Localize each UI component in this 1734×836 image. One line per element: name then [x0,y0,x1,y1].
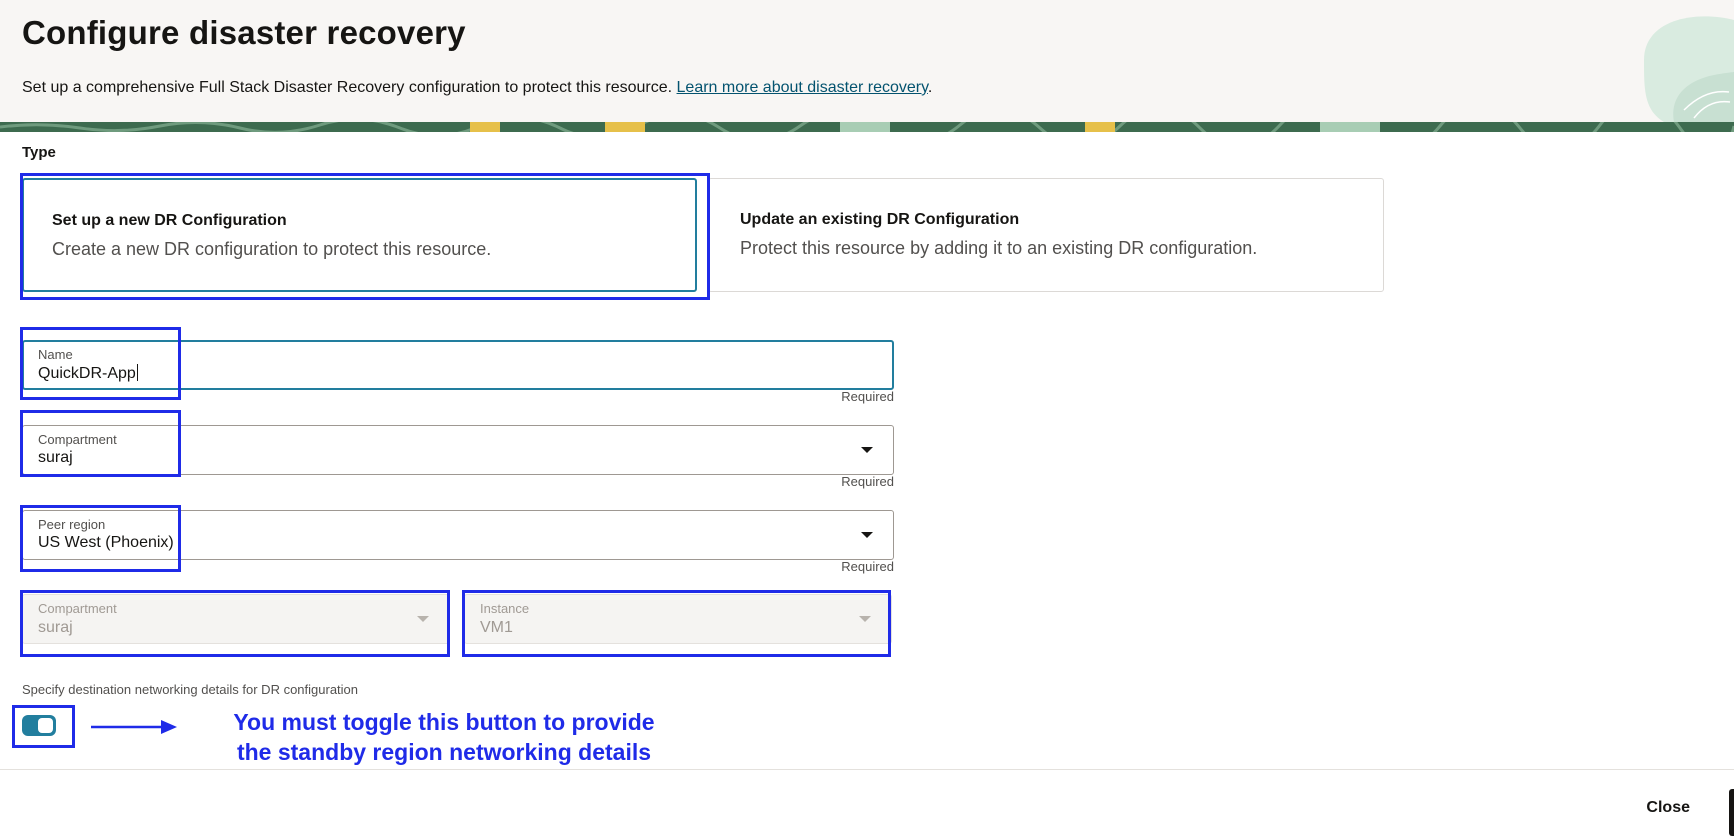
annotation-line-2: the standby region networking details [236,739,652,765]
decorative-leaf-illustration [1644,16,1734,122]
description-text: Set up a comprehensive Full Stack Disast… [22,79,673,96]
name-required-hint: Required [841,389,894,404]
annotation-box-disabled-compartment [20,590,450,657]
chevron-down-icon[interactable] [861,532,873,538]
annotation-box-name [20,327,181,400]
type-section-label: Type [22,144,56,161]
option-card-title: Update an existing DR Configuration [740,211,1020,228]
compartment-required-hint: Required [841,474,894,489]
footer-edge-button [1729,789,1734,836]
footer-divider [0,769,1734,770]
annotation-box-instance [462,590,891,657]
decorative-banner [0,122,1734,132]
annotation-line-1: You must toggle this button to provide [233,709,655,735]
page-description: Set up a comprehensive Full Stack Disast… [22,79,932,97]
learn-more-link[interactable]: Learn more about disaster recovery [677,79,928,96]
close-button[interactable]: Close [1646,799,1690,817]
annotation-box-peer-region [20,505,181,572]
description-period: . [927,79,933,96]
option-card-existing-dr-config[interactable]: Update an existing DR Configuration Prot… [708,178,1384,292]
annotation-box-compartment [20,410,181,477]
option-card-description: Protect this resource by adding it to an… [740,238,1258,258]
annotation-note: You must toggle this button to provide t… [224,707,664,767]
peer-region-required-hint: Required [841,559,894,574]
page-header: Configure disaster recovery Set up a com… [0,0,1734,122]
networking-toggle-label: Specify destination networking details f… [22,682,359,697]
page-title: Configure disaster recovery [22,14,466,51]
annotation-arrow-icon [91,720,177,734]
chevron-down-icon[interactable] [861,447,873,453]
annotation-box-type-card [20,173,710,300]
annotation-box-toggle [12,705,75,748]
